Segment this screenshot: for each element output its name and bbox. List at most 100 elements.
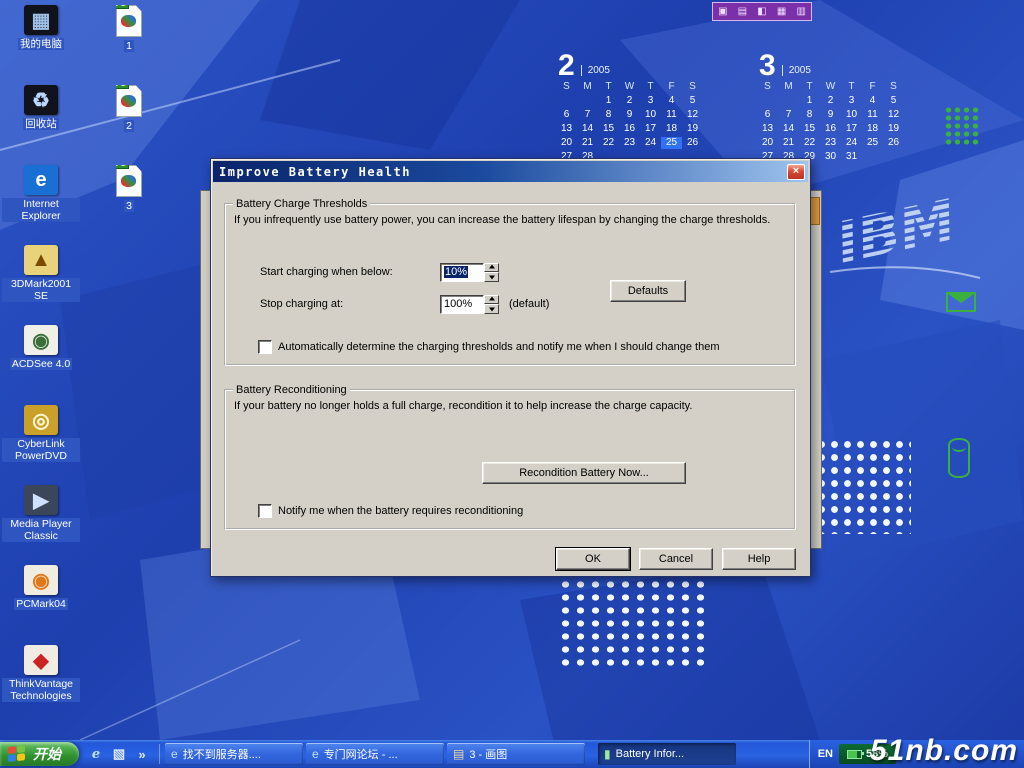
internet-explorer-icon: e: [24, 165, 58, 195]
desktop-icon-label: ThinkVantage Technologies: [2, 678, 80, 702]
thinkvantage-technologies-icon: ◆: [24, 645, 58, 675]
desktop-icon-internet-explorer[interactable]: eInternet Explorer: [2, 162, 80, 242]
task-icon: e: [312, 748, 319, 760]
language-indicator[interactable]: EN: [818, 748, 833, 760]
calendar-day: [883, 151, 904, 163]
desktop-icon-my-computer[interactable]: ▦我的电脑: [2, 2, 80, 82]
capture-tool-icon-1[interactable]: ▣: [718, 7, 727, 17]
stop-spin-up-icon[interactable]: [484, 295, 499, 305]
calendar-day: 22: [799, 137, 820, 149]
cancel-button[interactable]: Cancel: [639, 548, 713, 570]
calendar-day: 10: [841, 109, 862, 121]
desktop-icon-pcmark04[interactable]: ◉PCMark04: [2, 562, 80, 642]
calendar-day-header: T: [799, 81, 820, 93]
task-label: 找不到服务器....: [183, 746, 261, 762]
desktop-icon-thinkvantage-technologies[interactable]: ◆ ThinkVantage Technologies: [2, 642, 80, 722]
calendar-day-header: F: [661, 81, 682, 93]
overflow-chevron-icon[interactable]: »: [133, 745, 151, 763]
jpg-thumbnail: [121, 15, 136, 27]
calendar-day: 1: [598, 95, 619, 107]
calendar-day: 31: [841, 151, 862, 163]
dots-pattern-right: [815, 438, 911, 534]
battery-charge-thresholds-group: Battery Charge Thresholds If you infrequ…: [224, 198, 796, 366]
start-button-label: 开始: [33, 744, 61, 764]
calendar-day: 21: [577, 137, 598, 149]
start-spin-up-icon[interactable]: [484, 263, 499, 273]
calendar-day: 4: [862, 95, 883, 107]
calendar-day: 19: [682, 123, 703, 135]
calendar-day-header: S: [757, 81, 778, 93]
calendar-day: 13: [556, 123, 577, 135]
capture-tool-icon-4[interactable]: ▦: [777, 7, 786, 17]
calendar-day: 21: [778, 137, 799, 149]
calendar-day-header: T: [640, 81, 661, 93]
calendar-day: 25: [862, 137, 883, 149]
calendar-day: 14: [577, 123, 598, 135]
auto-thresholds-checkbox[interactable]: [258, 340, 272, 354]
calendar-day: 3: [640, 95, 661, 107]
desktop-icon-acdsee-4-0[interactable]: ◉ACDSee 4.0: [2, 322, 80, 402]
defaults-button[interactable]: Defaults: [610, 280, 686, 302]
desktop-icon-label: 3DMark2001 SE: [2, 278, 80, 302]
ie-quicklaunch-icon[interactable]: e: [87, 745, 105, 763]
media-player-classic-icon: ▶: [24, 485, 58, 515]
calendar-day: 23: [619, 137, 640, 149]
desktop-icon-label: CyberLink PowerDVD: [2, 438, 80, 462]
grid-pattern-decoration: [944, 106, 982, 146]
ok-button[interactable]: OK: [556, 548, 630, 570]
desktop-icon-3dmark2001-se[interactable]: ▲3DMark2001 SE: [2, 242, 80, 322]
calendar-day: 6: [556, 109, 577, 121]
desktop-icon-media-player-classic[interactable]: ▶Media Player Classic: [2, 482, 80, 562]
calendar-day-header: S: [883, 81, 904, 93]
calendar-day: 9: [619, 109, 640, 121]
show-desktop-icon[interactable]: ▧: [110, 745, 128, 763]
jpg-badge: JPG: [109, 0, 129, 9]
start-spin-down-icon[interactable]: [484, 272, 499, 282]
calendar-day: 7: [577, 109, 598, 121]
calendar-day: 11: [661, 109, 682, 121]
calendar-day-header: S: [556, 81, 577, 93]
calendar-day: [778, 95, 799, 107]
desktop-icon-label: PCMark04: [14, 598, 68, 610]
calendar-day: 15: [799, 123, 820, 135]
cyberlink-powerdvd-icon: ◎: [24, 405, 58, 435]
notify-reconditioning-checkbox[interactable]: [258, 504, 272, 518]
thresholds-description: If you infrequently use battery power, y…: [234, 214, 786, 226]
calendar-day: 1: [799, 95, 820, 107]
start-charging-input[interactable]: 10%: [440, 263, 484, 282]
battery-cylinder-icon: [948, 438, 970, 478]
capture-tool-icon-2[interactable]: ▤: [738, 7, 747, 17]
desktop-icon-jpg-3[interactable]: JPG3: [90, 162, 168, 242]
calendar-day: 13: [757, 123, 778, 135]
desktop-icon-jpg-2[interactable]: JPG2: [90, 82, 168, 162]
desktop-icon-jpg-1[interactable]: JPG1: [90, 2, 168, 82]
stop-spin-down-icon[interactable]: [484, 304, 499, 314]
calendar-day: 16: [619, 123, 640, 135]
start-charging-label: Start charging when below:: [260, 266, 440, 278]
taskbar-task-1[interactable]: e找不到服务器....: [165, 743, 303, 765]
dialog-titlebar[interactable]: Improve Battery Health ×: [213, 161, 808, 182]
taskbar-task-3[interactable]: ▤3 - 画图: [447, 743, 585, 765]
close-button[interactable]: ×: [787, 164, 805, 180]
help-button[interactable]: Help: [722, 548, 796, 570]
capture-tool-icon-5[interactable]: ▥: [796, 7, 805, 17]
desktop-icon-cyberlink-powerdvd[interactable]: ◎ CyberLink PowerDVD: [2, 402, 80, 482]
calendar-day: 25: [661, 137, 682, 149]
desktop-icon-recycle-bin[interactable]: ♻回收站: [2, 82, 80, 162]
reconditioning-group-legend: Battery Reconditioning: [233, 384, 350, 396]
calendar-day: 30: [820, 151, 841, 163]
recondition-battery-button[interactable]: Recondition Battery Now...: [482, 462, 686, 484]
calendar-day: 8: [799, 109, 820, 121]
desktop-icon-label: 我的电脑: [18, 38, 64, 50]
capture-toolbar[interactable]: ▣ ▤ ◧ ▦ ▥: [712, 2, 812, 21]
task-label: 专门网论坛 - ...: [324, 746, 398, 762]
calendar-day: 11: [862, 109, 883, 121]
taskbar-task-4[interactable]: ▮Battery Infor...: [598, 743, 736, 765]
taskbar-task-2[interactable]: e 专门网论坛 - ...: [306, 743, 444, 765]
stop-charging-input[interactable]: 100%: [440, 295, 484, 314]
stop-charging-label: Stop charging at:: [260, 298, 440, 310]
start-button[interactable]: 开始: [0, 742, 79, 766]
close-icon: ×: [793, 166, 799, 177]
task-icon: ▤: [453, 748, 464, 760]
capture-tool-icon-3[interactable]: ◧: [757, 7, 766, 17]
